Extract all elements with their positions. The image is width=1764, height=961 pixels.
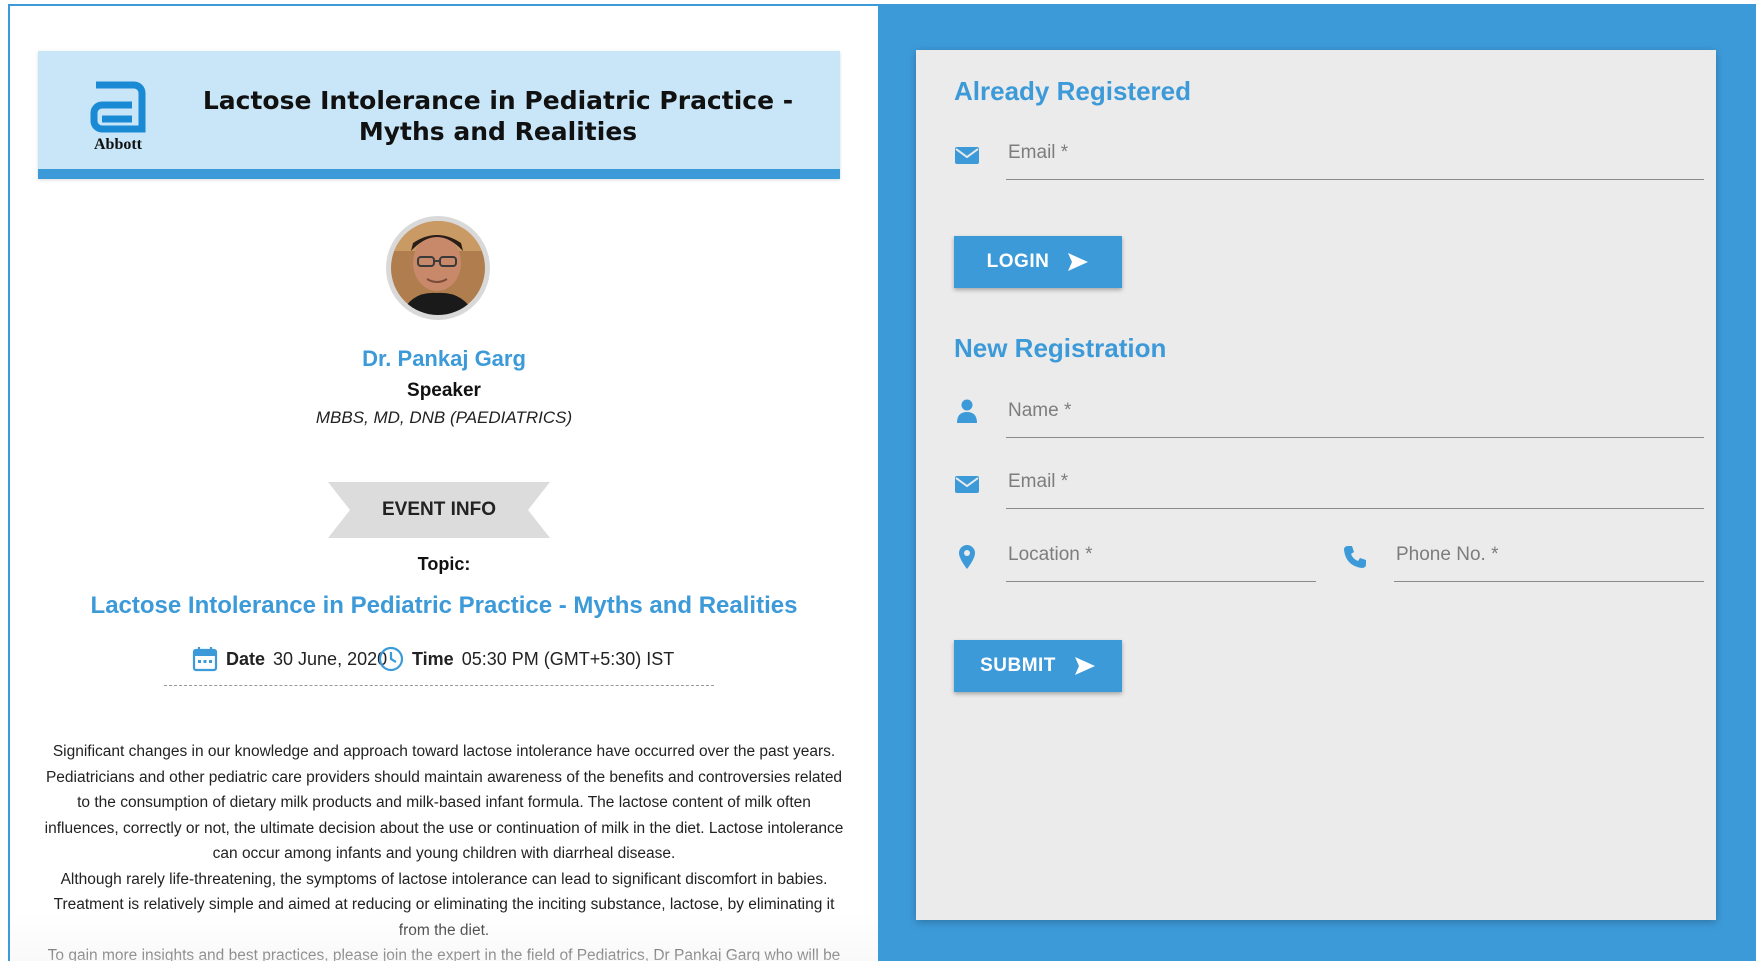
envelope-icon	[955, 147, 979, 164]
name-field[interactable]	[1006, 384, 1704, 438]
description-line: influences, correctly or not, the ultima…	[44, 819, 844, 837]
clock-icon	[378, 646, 404, 672]
speaker-qualification: MBBS, MD, DNB (PAEDIATRICS)	[315, 408, 573, 427]
send-arrow-icon	[1068, 253, 1089, 271]
location-input[interactable]	[1006, 528, 1316, 582]
description-line: to the consumption of dietary milk produ…	[77, 794, 811, 811]
submit-button[interactable]: SUBMIT	[954, 640, 1122, 692]
abbott-logo-icon	[90, 81, 146, 133]
speaker-name: Dr. Pankaj Garg	[362, 346, 526, 371]
calendar-icon	[192, 647, 218, 672]
user-icon	[957, 399, 977, 423]
registration-panel: Already Registered LOGIN New Registratio…	[878, 6, 1754, 961]
description-line: Although rarely life-threatening, the sy…	[60, 870, 828, 888]
page-title: Lactose Intolerance in Pediatric Practic…	[202, 86, 794, 146]
event-header: Abbott Lactose Intolerance in Pediatric …	[38, 51, 840, 179]
event-info-ribbon: EVENT INFO	[328, 482, 550, 538]
topic-label: Topic:	[417, 554, 471, 574]
date-label: Date	[226, 648, 266, 669]
abbott-logo: Abbott	[82, 81, 154, 153]
topic-title: Lactose Intolerance in Pediatric Practic…	[90, 592, 798, 619]
description-line: Treatment is relatively simple and aimed…	[53, 896, 835, 913]
map-pin-icon	[959, 545, 975, 569]
login-button-label: LOGIN	[986, 251, 1050, 272]
login-button[interactable]: LOGIN	[954, 236, 1122, 288]
event-description: Significant changes in our knowledge and…	[40, 739, 848, 961]
description-line: Pediatricians and other pediatric care p…	[45, 768, 843, 786]
registration-section-title: New Registration	[954, 333, 1167, 363]
send-arrow-icon	[1074, 657, 1095, 675]
location-field[interactable]	[1006, 528, 1316, 582]
description-line: from the diet.	[398, 921, 490, 939]
time-value: 05:30 PM (GMT+5:30) IST	[461, 648, 675, 669]
date-value: 30 June, 2020	[273, 648, 388, 669]
description-line: can occur among infants and young childr…	[212, 845, 676, 862]
speaker-role: Speaker	[407, 380, 481, 401]
logo-text: Abbott	[93, 136, 142, 153]
login-email-field[interactable]	[1006, 126, 1704, 180]
submit-button-label: SUBMIT	[980, 655, 1056, 676]
ribbon-label: EVENT INFO	[381, 499, 496, 520]
registration-email-field[interactable]	[1006, 455, 1704, 509]
login-email-input[interactable]	[1006, 126, 1704, 180]
name-input[interactable]	[1006, 384, 1704, 438]
description-line: To gain more insights and best practices…	[47, 947, 841, 961]
event-datetime: Date 30 June, 2020 Time 05:30 PM (GMT+5:…	[164, 638, 714, 686]
phone-input[interactable]	[1394, 528, 1704, 582]
registration-email-input[interactable]	[1006, 455, 1704, 509]
phone-icon	[1344, 546, 1366, 568]
registration-card: Already Registered LOGIN New Registratio…	[916, 50, 1716, 920]
event-date: Date 30 June, 2020	[192, 644, 387, 674]
login-section-title: Already Registered	[954, 76, 1191, 106]
speaker-photo	[391, 221, 485, 315]
time-label: Time	[412, 648, 454, 669]
speaker-avatar	[386, 216, 490, 320]
phone-field[interactable]	[1394, 528, 1704, 582]
event-info-panel: Abbott Lactose Intolerance in Pediatric …	[10, 6, 878, 961]
event-time: Time 05:30 PM (GMT+5:30) IST	[378, 644, 674, 674]
description-line: Significant changes in our knowledge and…	[52, 743, 836, 760]
envelope-icon	[955, 476, 979, 493]
